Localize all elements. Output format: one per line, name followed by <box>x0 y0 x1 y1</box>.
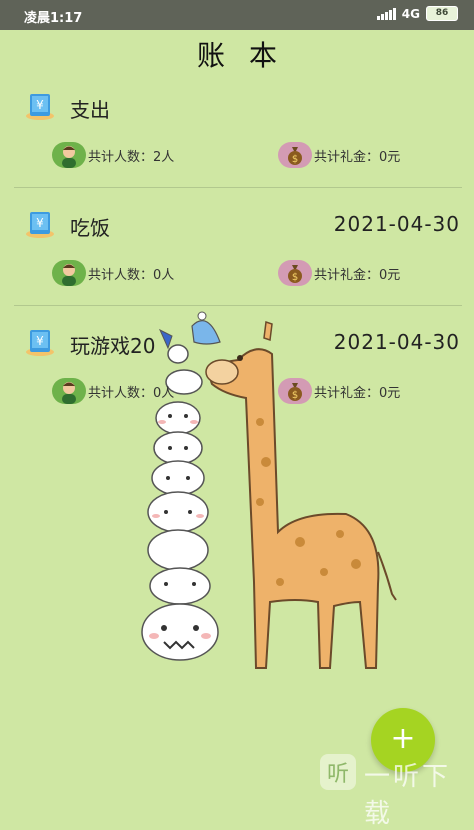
people-count: 共计人数：2人 <box>52 142 174 168</box>
signal-icon <box>376 7 396 20</box>
book-icon: ¥ <box>24 328 56 356</box>
money-total: $ 共计礼金：0元 <box>278 378 400 404</box>
status-time: 凌晨1:17 <box>24 11 83 26</box>
book-icon: ¥ <box>24 210 56 238</box>
svg-text:$: $ <box>292 154 298 165</box>
watermark-logo-icon: 听 <box>320 754 356 790</box>
money-bag-icon: $ <box>278 378 312 404</box>
svg-text:¥: ¥ <box>36 98 44 112</box>
money-total-label: 共计礼金：0元 <box>314 385 401 401</box>
account-book-item[interactable]: ¥ 支出 共计人数：2人 $ 共计礼金：0元 <box>0 92 474 210</box>
divider <box>14 187 462 188</box>
people-count: 共计人数：0人 <box>52 260 174 286</box>
people-count-label: 共计人数：2人 <box>88 149 175 165</box>
money-total: $ 共计礼金：0元 <box>278 260 400 286</box>
svg-text:¥: ¥ <box>36 216 44 230</box>
person-avatar-icon <box>52 142 86 168</box>
svg-text:$: $ <box>292 272 298 283</box>
account-book-item[interactable]: ¥ 玩游戏20 2021-04-30 共计人数：0人 $ 共计礼金：0元 <box>0 328 474 446</box>
people-count-label: 共计人数：0人 <box>88 267 175 283</box>
money-total: $ 共计礼金：0元 <box>278 142 400 168</box>
page-title: 账本 <box>196 39 301 72</box>
money-bag-icon: $ <box>278 142 312 168</box>
watermark-text: 一听下载 <box>364 762 452 829</box>
svg-text:¥: ¥ <box>36 334 44 348</box>
person-avatar-icon <box>52 378 86 404</box>
status-indicators: 4G 86 <box>376 6 458 21</box>
book-date: 2021-04-30 <box>333 212 460 236</box>
watermark: 听 一听下载 <box>316 750 472 829</box>
person-avatar-icon <box>52 260 86 286</box>
money-bag-icon: $ <box>278 260 312 286</box>
status-bar: 凌晨1:17 4G 86 <box>0 0 474 30</box>
battery-icon: 86 <box>426 6 458 21</box>
people-count-label: 共计人数：0人 <box>88 385 175 401</box>
book-name: 玩游戏20 <box>70 334 156 358</box>
people-count: 共计人数：0人 <box>52 378 174 404</box>
network-type: 4G <box>401 6 420 21</box>
svg-text:听: 听 <box>327 762 349 787</box>
money-total-label: 共计礼金：0元 <box>314 267 401 283</box>
book-date: 2021-04-30 <box>333 330 460 354</box>
money-total-label: 共计礼金：0元 <box>314 149 401 165</box>
book-name: 支出 <box>70 98 110 122</box>
svg-text:$: $ <box>292 390 298 401</box>
book-icon: ¥ <box>24 92 56 120</box>
book-name: 吃饭 <box>70 216 110 240</box>
